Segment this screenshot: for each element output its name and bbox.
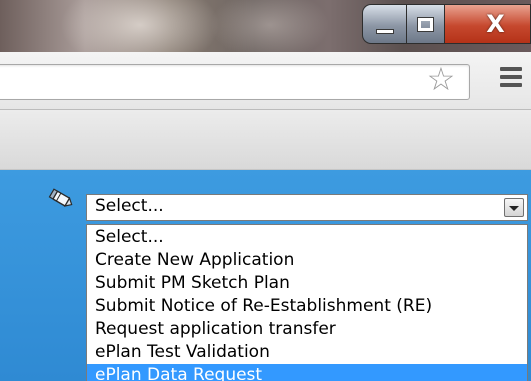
maximize-icon xyxy=(417,16,434,32)
window-controls: X xyxy=(362,4,531,44)
title-bar-background-glow xyxy=(210,0,330,52)
select-options-list: Select... Create New Application Submit … xyxy=(86,224,528,381)
hamburger-menu-icon[interactable] xyxy=(500,67,522,89)
minimize-button[interactable] xyxy=(362,4,406,44)
minimize-icon xyxy=(375,28,394,34)
dropdown-arrow-button[interactable] xyxy=(504,198,524,217)
address-bar[interactable] xyxy=(0,64,470,100)
dropdown-option-submit-pm-sketch-plan[interactable]: Submit PM Sketch Plan xyxy=(95,272,527,295)
dropdown-option-eplan-data-request[interactable]: ePlan Data Request xyxy=(87,364,527,381)
dropdown-option-request-application-transfer[interactable]: Request application transfer xyxy=(95,318,527,341)
title-bar-background xyxy=(60,0,220,52)
bookmark-star-icon[interactable]: ☆ xyxy=(424,62,458,96)
dropdown-option-select[interactable]: Select... xyxy=(95,226,527,249)
chevron-down-icon xyxy=(509,206,519,211)
maximize-button[interactable] xyxy=(406,4,444,44)
pencil-edit-icon xyxy=(48,188,73,207)
application-type-select[interactable]: Select... xyxy=(86,194,528,221)
close-icon: X xyxy=(486,10,505,38)
dropdown-option-eplan-test-validation[interactable]: ePlan Test Validation xyxy=(95,341,527,364)
dropdown-option-create-new-application[interactable]: Create New Application xyxy=(95,249,527,272)
dropdown-option-submit-notice-re-establishment[interactable]: Submit Notice of Re-Establishment (RE) xyxy=(95,295,527,318)
window-title-bar: X xyxy=(0,0,531,52)
select-current-value: Select... xyxy=(95,196,164,216)
bookmarks-bar xyxy=(0,110,531,170)
close-button[interactable]: X xyxy=(444,4,531,44)
